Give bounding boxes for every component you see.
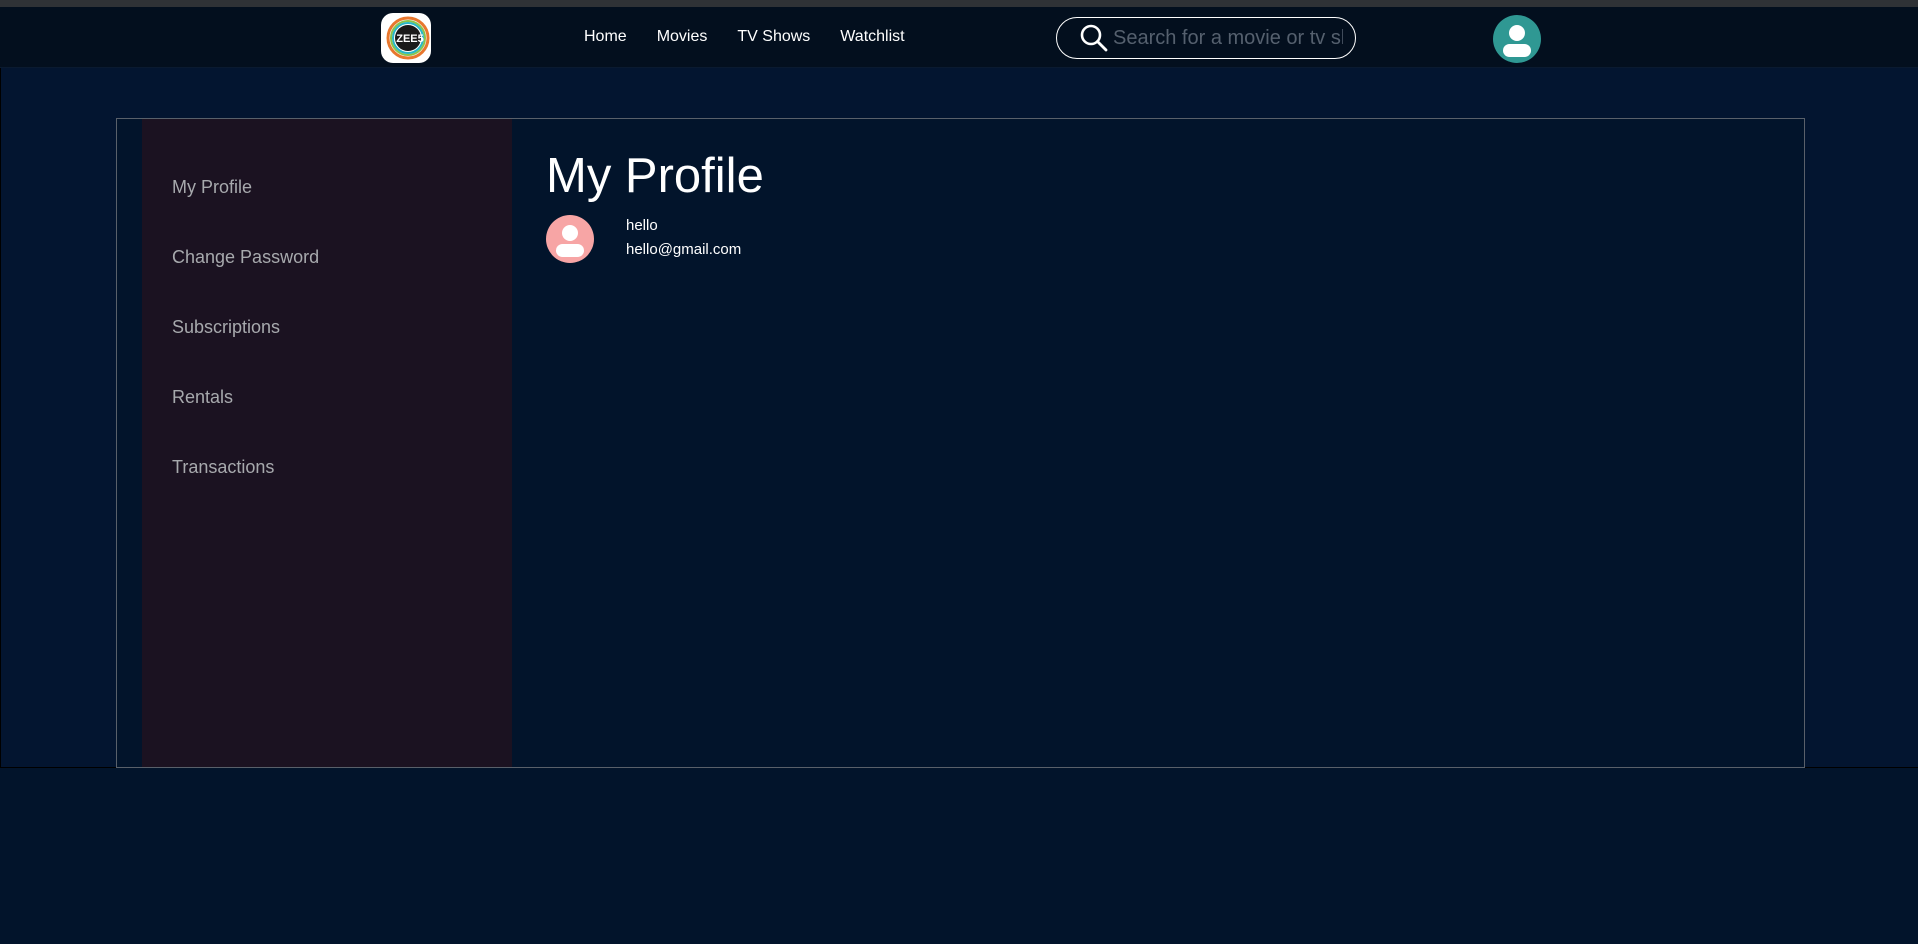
avatar-person-icon [556,225,584,257]
profile-avatar [546,215,594,263]
main-nav: Home Movies TV Shows Watchlist [584,28,935,46]
search-box[interactable] [1056,17,1356,59]
nav-tv-shows[interactable]: TV Shows [737,28,810,46]
account-panel: My Profile Change Password Subscriptions… [116,118,1805,768]
zee5-logo[interactable]: ZEE5 [381,13,431,63]
user-avatar-icon[interactable] [1493,15,1541,63]
avatar-person-icon [1503,25,1531,57]
nav-watchlist[interactable]: Watchlist [840,28,904,46]
sidebar-item-my-profile[interactable]: My Profile [172,177,252,198]
sidebar-item-rentals[interactable]: Rentals [172,387,233,408]
page-title: My Profile [546,149,764,203]
sidebar-item-transactions[interactable]: Transactions [172,457,274,478]
profile-name: hello [626,217,658,234]
sidebar-item-subscriptions[interactable]: Subscriptions [172,317,280,338]
profile-email: hello@gmail.com [626,241,742,258]
zee5-logo-icon: ZEE5 [386,16,430,60]
nav-movies[interactable]: Movies [657,28,708,46]
sidebar-item-change-password[interactable]: Change Password [172,247,319,268]
svg-text:ZEE5: ZEE5 [396,33,424,45]
nav-home[interactable]: Home [584,28,627,46]
search-input[interactable] [1113,26,1343,50]
account-sidebar: My Profile Change Password Subscriptions… [142,119,512,767]
window-top-strip [0,0,1918,7]
search-icon[interactable] [1079,23,1109,53]
top-navbar: ZEE5 Home Movies TV Shows Watchlist [0,7,1918,68]
